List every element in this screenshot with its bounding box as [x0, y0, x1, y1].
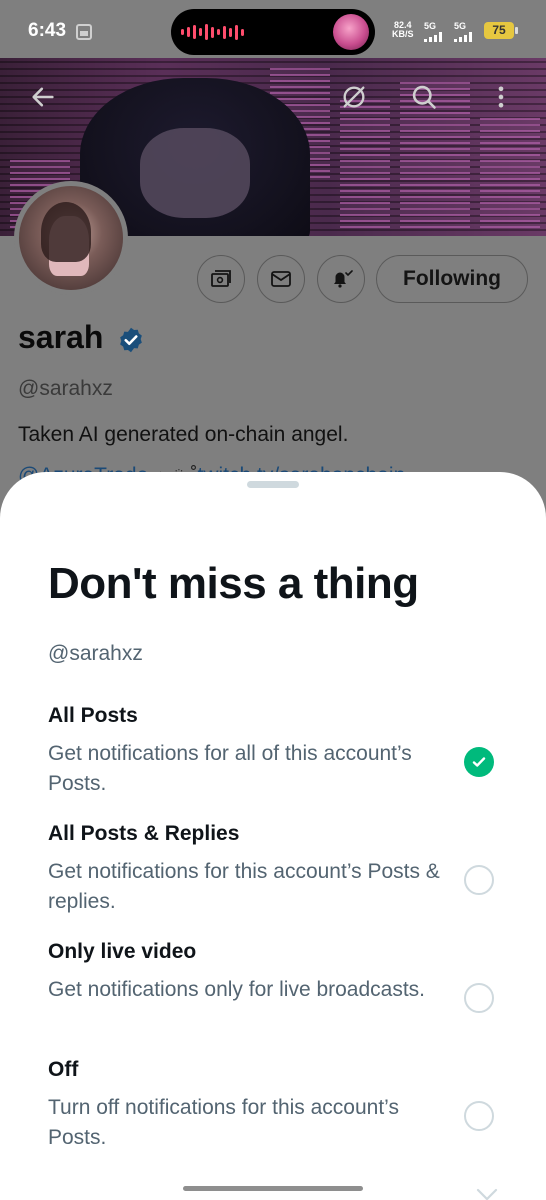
back-arrow-icon: [32, 87, 54, 107]
dynamic-island[interactable]: [171, 9, 375, 55]
grok-button[interactable]: [330, 73, 378, 121]
chevron-down-icon: [476, 1188, 498, 1200]
checkmark-icon: [472, 757, 486, 767]
profile-avatar[interactable]: [14, 181, 128, 295]
search-button[interactable]: [400, 73, 448, 121]
message-button[interactable]: [257, 255, 305, 303]
network-speed: 82.4 KB/S: [392, 20, 414, 39]
option-description: Get notifications for this account’s Pos…: [48, 860, 440, 913]
search-icon: [412, 85, 436, 109]
mail-icon: [271, 271, 291, 287]
option-description: Get notifications for all of this accoun…: [48, 742, 412, 795]
audio-wave-icon: [181, 23, 244, 41]
bell-check-icon: [334, 270, 353, 288]
gallery-notification-icon: [76, 24, 92, 40]
status-bar: 6:43 82.4 KB/S 5G 5G 75: [0, 0, 546, 58]
sheet-account-handle: @sarahxz: [48, 642, 143, 665]
subscribe-button[interactable]: [197, 255, 245, 303]
option-only-live-video[interactable]: Only live video Get notifications only f…: [0, 940, 546, 1040]
option-title: All Posts: [48, 704, 138, 727]
following-button[interactable]: Following: [376, 255, 528, 303]
option-all-posts[interactable]: All Posts Get notifications for all of t…: [0, 704, 546, 804]
option-description: Get notifications only for live broadcas…: [48, 978, 426, 1001]
radio-unselected[interactable]: [464, 983, 494, 1013]
back-button[interactable]: [19, 73, 67, 121]
more-options-button[interactable]: [477, 73, 525, 121]
sheet-drag-handle[interactable]: [247, 481, 299, 488]
now-playing-avatar: [333, 14, 369, 50]
sheet-title: Don't miss a thing: [48, 559, 419, 608]
display-name: sarah: [18, 319, 104, 355]
home-indicator[interactable]: [183, 1186, 363, 1191]
notification-settings-sheet: Don't miss a thing @sarahxz All Posts Ge…: [0, 472, 546, 1200]
status-time: 6:43: [28, 20, 67, 41]
option-title: Off: [48, 1058, 79, 1081]
profile-bio: Taken AI generated on-chain angel.: [18, 423, 349, 446]
notifications-button[interactable]: [317, 255, 365, 303]
option-title: Only live video: [48, 940, 197, 963]
more-vertical-icon: [498, 86, 504, 108]
option-off[interactable]: Off Turn off notifications for this acco…: [0, 1058, 546, 1158]
grok-icon: [343, 86, 365, 108]
option-all-posts-replies[interactable]: All Posts & Replies Get notifications fo…: [0, 822, 546, 922]
option-description: Turn off notifications for this account’…: [48, 1096, 399, 1149]
option-title: All Posts & Replies: [48, 822, 240, 845]
subscribe-icon: [211, 270, 231, 287]
battery-indicator: 75: [484, 22, 518, 39]
radio-unselected[interactable]: [464, 865, 494, 895]
radio-unselected[interactable]: [464, 1101, 494, 1131]
profile-handle: @sarahxz: [18, 377, 113, 400]
radio-selected[interactable]: [464, 747, 494, 777]
verified-badge-icon: [120, 327, 142, 353]
